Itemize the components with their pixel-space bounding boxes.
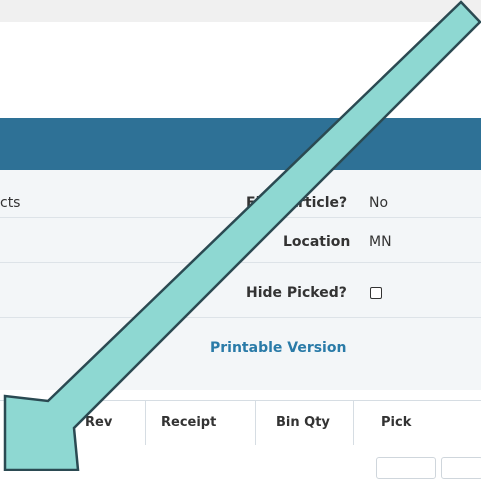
arrow-annotation-icon bbox=[3, 0, 481, 471]
